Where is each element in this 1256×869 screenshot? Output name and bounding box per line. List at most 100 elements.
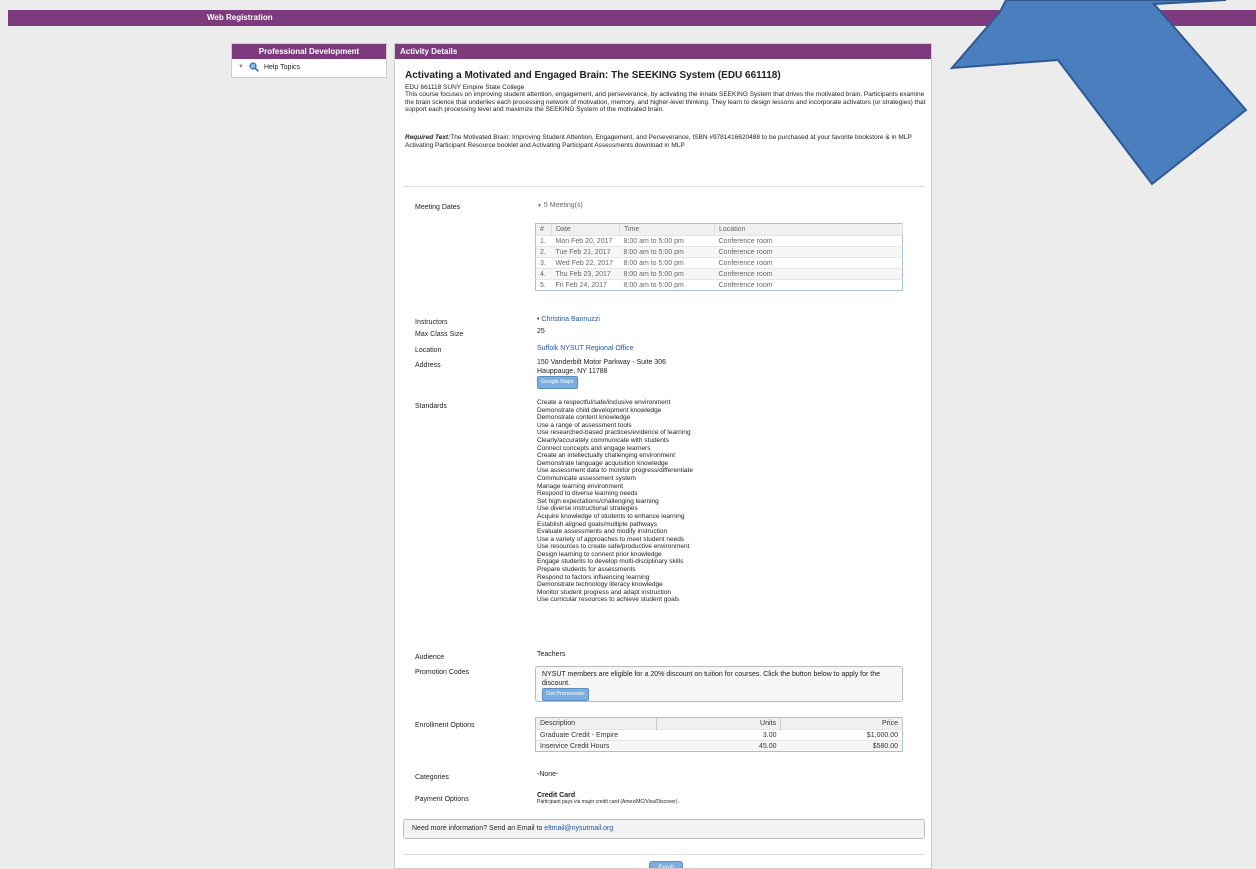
meeting-time: 8:00 am to 5:00 pm (619, 257, 715, 269)
list-item: Communicate assessment system (537, 474, 636, 482)
sidebar-item-label[interactable]: Help Topics (264, 64, 300, 71)
standards-label: Standards (415, 403, 447, 410)
enrollment-units: 3.00 (656, 729, 781, 741)
list-item: Demonstrate technology literacy knowledg… (537, 581, 663, 589)
table-row[interactable]: Inservice Credit Hours 45.00 $580.00 (535, 740, 903, 752)
meeting-num: 4. (535, 268, 552, 280)
table-row: 1. Mon Feb 20, 2017 8:00 am to 5:00 pm C… (535, 235, 903, 247)
payment-options: Credit Card Participant pays via major c… (537, 792, 679, 805)
meeting-date: Fri Feb 24, 2017 (551, 279, 620, 291)
meeting-location: Conference room (714, 235, 903, 247)
google-maps-button[interactable]: Google Maps (537, 376, 578, 389)
meeting-location: Conference room (714, 257, 903, 269)
standards-list: Create a respectful/safe/inclusive envir… (537, 399, 693, 604)
categories-label: Categories (415, 774, 449, 781)
list-item: Engage students to develop multi-discipl… (537, 558, 684, 566)
instructors-label: Instructors (415, 319, 448, 326)
enrollment-options-label: Enrollment Options (415, 722, 475, 729)
column-header: Date (551, 223, 620, 236)
list-item: Manage learning environment (537, 482, 623, 490)
list-item: Design learning to connect prior knowled… (537, 550, 662, 558)
location-label: Location (415, 347, 442, 354)
column-header: Location (714, 223, 903, 236)
email-link[interactable]: eltmail@nysutmail.org (544, 825, 613, 832)
max-class-label: Max Class Size (415, 331, 464, 338)
meeting-count: 5 Meeting(s) (543, 202, 583, 209)
audience-value: Teachers (537, 651, 566, 658)
promotion-box: NYSUT members are eligible for a 20% dis… (535, 666, 903, 702)
location-link[interactable]: Suffolk NYSUT Regional Office (537, 345, 634, 352)
list-item: Demonstrate content knowledge (537, 414, 631, 422)
meeting-num: 3. (535, 257, 552, 269)
meeting-num: 2. (535, 246, 552, 258)
promotion-codes-label: Promotion Codes (415, 669, 470, 676)
column-header: Description (535, 717, 657, 730)
table-row: 5. Fri Feb 24, 2017 8:00 am to 5:00 pm C… (535, 279, 903, 291)
list-item: Prepare students for assessments (537, 566, 636, 574)
required-text-label: Required Text: (405, 134, 451, 141)
enrollment-price: $1,000.00 (780, 729, 903, 741)
get-promocode-button[interactable]: Get Promocode (542, 688, 589, 701)
top-bar-title: Web Registration (207, 13, 273, 22)
column-header: # (535, 223, 552, 236)
column-header: Price (780, 717, 903, 730)
meeting-num: 5. (535, 279, 552, 291)
categories-value: -None- (537, 771, 559, 778)
list-item: Respond to diverse learning needs (537, 490, 638, 498)
instructor-link[interactable]: Christina Bannuzzi (541, 316, 599, 323)
list-item: Use a variety of approaches to meet stud… (537, 535, 685, 543)
enrollment-options-table: Description Units Price Graduate Credit … (535, 717, 903, 752)
meeting-date: Tue Feb 21, 2017 (551, 246, 620, 258)
enroll-button[interactable]: Enroll (649, 861, 683, 868)
chevron-down-icon: ▼ (537, 203, 542, 209)
required-text: Required Text:The Motivated Brain: Impro… (405, 134, 927, 149)
table-row[interactable]: Graduate Credit - Empire 3.00 $1,000.00 (535, 729, 903, 741)
divider (403, 186, 925, 187)
payment-title: Credit Card (537, 792, 576, 799)
meeting-location: Conference room (714, 246, 903, 258)
sidebar-item-help-topics[interactable]: ▼ Help Topics (232, 59, 386, 75)
sidebar-header: Professional Development (232, 44, 386, 59)
list-item: Clearly/accurately communicate with stud… (537, 436, 669, 444)
enrollment-desc: Graduate Credit - Empire (535, 729, 657, 741)
meeting-count-toggle[interactable]: ▼ 5 Meeting(s) (537, 202, 583, 209)
list-item: Acquire knowledge of students to enhance… (537, 512, 685, 520)
list-item: Use diverse instructional strategies (537, 505, 638, 513)
list-item: Demonstrate child development knowledge (537, 406, 662, 414)
list-item: Use a range of assessment tools (537, 421, 632, 429)
list-item: Respond to factors influencing learning (537, 573, 650, 581)
list-item: Use researched-based practices/evidence … (537, 429, 691, 437)
course-description: This course focuses on improving student… (405, 91, 926, 113)
payment-note: Participant pays via major credit card (… (537, 799, 679, 805)
required-text-value: The Motivated Brain: Improving Student A… (405, 134, 912, 149)
list-item: Create an intellectually challenging env… (537, 452, 676, 460)
meeting-location: Conference room (714, 279, 903, 291)
column-header: Units (656, 717, 781, 730)
divider (403, 854, 925, 855)
promotion-text: NYSUT members are eligible for a 20% dis… (542, 671, 880, 687)
chevron-down-icon[interactable]: ▼ (238, 64, 244, 70)
address-line-2: Hauppauge, NY 11788 (537, 367, 608, 375)
list-item: Connect concepts and engage learners (537, 444, 651, 452)
meeting-time: 8:00 am to 5:00 pm (619, 279, 715, 291)
audience-label: Audience (415, 654, 445, 661)
meeting-location: Conference room (714, 268, 903, 280)
meeting-time: 8:00 am to 5:00 pm (619, 268, 715, 280)
more-info-box: Need more information? Send an Email to … (403, 819, 925, 839)
activity-details-panel: Activity Details Activating a Motivated … (394, 43, 932, 869)
list-item: Monitor student progress and adapt instr… (537, 588, 672, 596)
meeting-date: Mon Feb 20, 2017 (551, 235, 620, 247)
column-header: Time (619, 223, 715, 236)
address-block: 150 Vanderbilt Motor Parkway - Suite 306… (537, 359, 666, 389)
enrollment-desc: Inservice Credit Hours (535, 740, 657, 752)
more-info-text: Need more information? Send an Email to (412, 825, 545, 832)
arrow-annotation (949, 0, 1248, 186)
list-item: Use curricular resources to achieve stud… (537, 596, 680, 604)
address-line-1: 150 Vanderbilt Motor Parkway - Suite 306 (537, 359, 667, 366)
meeting-num: 1. (535, 235, 552, 247)
list-item: Establish aligned goals/multiple pathway… (537, 520, 657, 528)
search-icon (249, 62, 259, 72)
list-item: Evaluate assessments and modify instruct… (537, 528, 668, 536)
list-item: Create a respectful/safe/inclusive envir… (537, 399, 671, 406)
list-item: Set high expectations/challenging learni… (537, 497, 659, 505)
